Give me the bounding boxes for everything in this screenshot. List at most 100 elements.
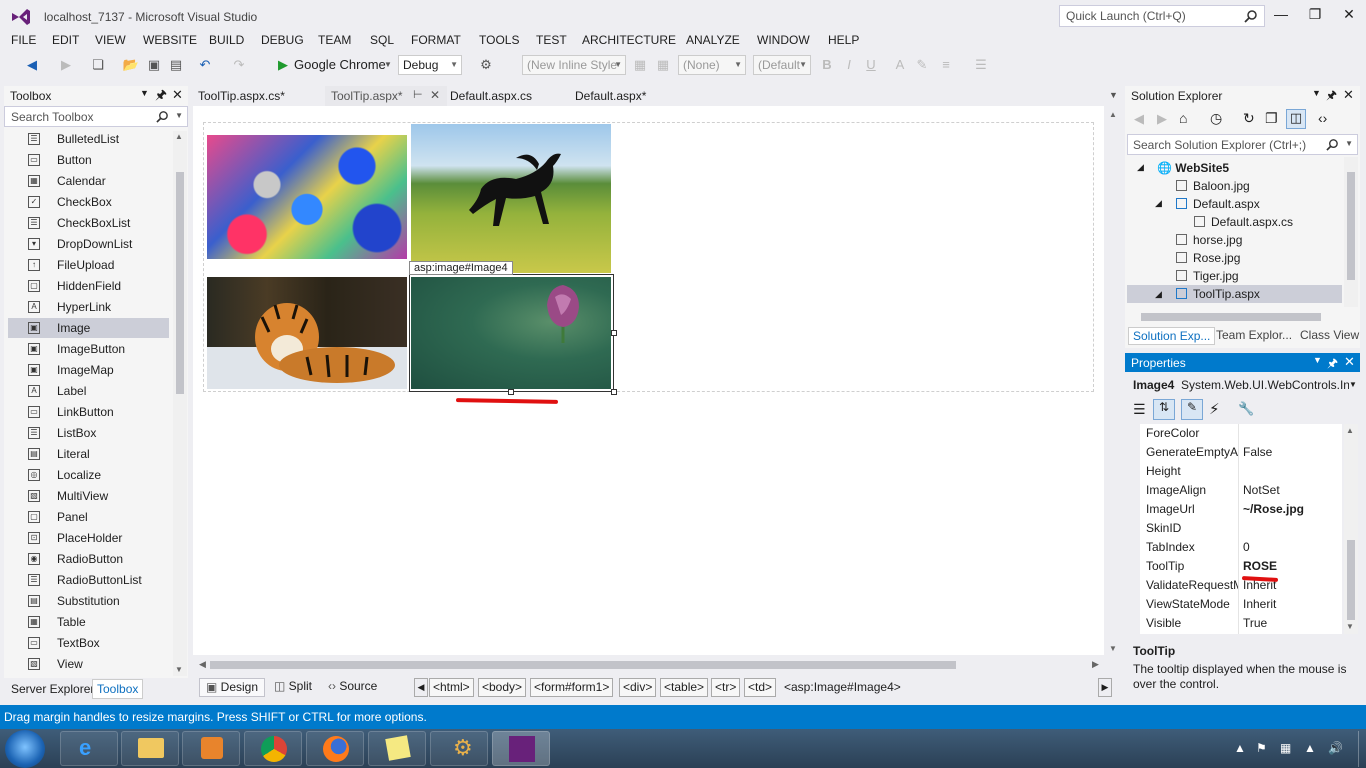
property-name-imageurl[interactable]: ImageUrl: [1146, 500, 1238, 519]
solution-explorer-search-input[interactable]: Search Solution Explorer (Ctrl+;) ▼: [1127, 134, 1358, 155]
menu-file[interactable]: FILE: [11, 33, 36, 47]
toolbox-item-multiview[interactable]: ▧ MultiView: [8, 486, 169, 506]
menu-test[interactable]: TEST: [536, 33, 567, 47]
property-name-visible[interactable]: Visible: [1146, 614, 1238, 633]
show-desktop-button[interactable]: [1358, 731, 1366, 767]
scroll-up-icon[interactable]: ▲: [1346, 426, 1354, 435]
forward-icon[interactable]: ▶: [1157, 111, 1167, 127]
taskbar-internet-explorer[interactable]: e: [60, 731, 118, 766]
property-value-height[interactable]: [1243, 462, 1339, 481]
history-icon[interactable]: ◷: [1210, 110, 1222, 127]
browser-link-icon[interactable]: ⚙: [476, 56, 496, 74]
properties-object-select[interactable]: Image4 System.Web.UI.WebControls.In ▼: [1127, 375, 1358, 395]
resize-handle-right[interactable]: [611, 330, 617, 336]
property-name-viewstatemode[interactable]: ViewStateMode: [1146, 595, 1238, 614]
view-code-icon[interactable]: ‹›: [1318, 110, 1327, 126]
volume-icon[interactable]: 🔊: [1328, 741, 1343, 755]
breadcrumb-tr[interactable]: <tr>: [711, 678, 741, 697]
source-view-button[interactable]: ‹› Source: [322, 678, 383, 697]
property-name-height[interactable]: Height: [1146, 462, 1238, 481]
property-name-tabindex[interactable]: TabIndex: [1146, 538, 1238, 557]
taskbar-file-explorer[interactable]: [121, 731, 179, 766]
breadcrumb-form[interactable]: <form#form1>: [530, 678, 614, 697]
tab-default-aspx[interactable]: Default.aspx*: [569, 86, 652, 106]
tray-expand-icon[interactable]: ▲: [1234, 741, 1246, 755]
property-value-imageurl[interactable]: ~/Rose.jpg: [1243, 500, 1339, 519]
toolbox-item-hiddenfield[interactable]: ▢ HiddenField: [8, 276, 169, 296]
menu-view[interactable]: VIEW: [95, 33, 126, 47]
property-value-tooltip[interactable]: ROSE: [1243, 557, 1339, 576]
property-pages-icon[interactable]: 🔧: [1238, 401, 1254, 417]
highlight-icon[interactable]: ✎: [915, 56, 929, 74]
close-window-icon[interactable]: ✕: [1336, 6, 1362, 26]
minimize-icon[interactable]: —: [1268, 6, 1294, 26]
toolbox-item-label[interactable]: A Label: [8, 381, 169, 401]
close-icon[interactable]: ✕: [172, 87, 183, 103]
menu-website[interactable]: WEBSITE: [143, 33, 197, 47]
toolbox-item-panel[interactable]: ▢ Panel: [8, 507, 169, 527]
start-button[interactable]: [5, 730, 45, 768]
properties-icon[interactable]: ✎: [1181, 399, 1203, 420]
configuration-select[interactable]: Debug ▼: [398, 55, 462, 75]
start-debugging-icon[interactable]: ▶: [276, 56, 290, 74]
toolbox-scrollbar-thumb[interactable]: [176, 172, 184, 394]
taskbar-media-player[interactable]: [182, 731, 240, 766]
tab-tooltip-aspx[interactable]: ToolTip.aspx*: [325, 86, 447, 106]
taskbar-ccleaner[interactable]: ⚙: [430, 731, 488, 766]
home-icon[interactable]: ⌂: [1179, 110, 1187, 126]
expand-icon[interactable]: ◢: [1137, 162, 1144, 173]
tree-item-website5[interactable]: 🌐 WebSite5: [1157, 159, 1337, 177]
taskbar-sticky-notes[interactable]: [368, 731, 426, 766]
network-adapter-icon[interactable]: ▦: [1280, 741, 1291, 755]
breadcrumb-td[interactable]: <td>: [744, 678, 777, 697]
property-name-forecolor[interactable]: ForeColor: [1146, 424, 1238, 443]
refresh-icon[interactable]: ↻: [1243, 110, 1255, 127]
tab-server-explorer[interactable]: Server Explorer: [11, 682, 94, 696]
toolbox-item-button[interactable]: ▭ Button: [8, 150, 169, 170]
tab-default-aspx-cs[interactable]: Default.aspx.cs: [444, 86, 538, 106]
toolbox-item-hyperlink[interactable]: A HyperLink: [8, 297, 169, 317]
chevron-down-icon[interactable]: ▼: [383, 56, 393, 74]
toolbox-search-input[interactable]: Search Toolbox ▼: [4, 106, 188, 127]
breadcrumb-body[interactable]: <body>: [478, 678, 527, 697]
toolbox-item-linkbutton[interactable]: ▭ LinkButton: [8, 402, 169, 422]
solution-horizontal-scrollbar[interactable]: [1141, 313, 1321, 321]
menu-sql[interactable]: SQL: [370, 33, 394, 47]
alphabetical-icon[interactable]: ⇅: [1153, 399, 1175, 420]
tab-team-explorer[interactable]: Team Explor...: [1216, 328, 1292, 342]
expand-icon[interactable]: ◢: [1155, 289, 1162, 300]
redo-icon[interactable]: ↷: [230, 56, 248, 74]
menu-edit[interactable]: EDIT: [52, 33, 79, 47]
close-tab-icon[interactable]: ✕: [430, 88, 440, 102]
property-value-generateemptyal[interactable]: False: [1243, 443, 1339, 462]
scroll-up-icon[interactable]: ▲: [175, 132, 183, 141]
action-center-icon[interactable]: ⚑: [1256, 741, 1267, 755]
pin-icon[interactable]: ⊢: [413, 88, 423, 101]
property-value-skinid[interactable]: [1243, 519, 1339, 538]
tab-toolbox[interactable]: Toolbox: [92, 679, 144, 699]
design-vertical-scrollbar[interactable]: [1104, 106, 1121, 655]
tab-list-dropdown-icon[interactable]: ▼: [1109, 90, 1118, 100]
underline-button[interactable]: U: [864, 56, 878, 74]
menu-help[interactable]: HELP: [828, 33, 859, 47]
solution-scrollbar-thumb[interactable]: [1347, 172, 1355, 280]
toolbox-item-checkboxlist[interactable]: ☰ CheckBoxList: [8, 213, 169, 233]
font-color-icon[interactable]: A: [893, 56, 907, 74]
property-name-validaterequestm[interactable]: ValidateRequestM: [1146, 576, 1238, 595]
toolbox-item-dropdownlist[interactable]: ▾ DropDownList: [8, 234, 169, 254]
toolbox-item-localize[interactable]: ◎ Localize: [8, 465, 169, 485]
font-select[interactable]: (Default ▼: [753, 55, 811, 75]
open-file-icon[interactable]: 📂: [122, 56, 140, 74]
scroll-down-icon[interactable]: ▼: [175, 665, 183, 674]
toolbox-item-literal[interactable]: ▤ Literal: [8, 444, 169, 464]
dropdown-icon[interactable]: ▼: [1313, 355, 1322, 365]
scroll-left-icon[interactable]: ◀: [199, 659, 206, 670]
tree-item-default-aspx[interactable]: Default.aspx: [1176, 195, 1336, 213]
property-value-tabindex[interactable]: 0: [1243, 538, 1339, 557]
close-icon[interactable]: ✕: [1344, 354, 1355, 370]
events-icon[interactable]: ⚡: [1209, 400, 1220, 418]
pin-icon[interactable]: 🖈: [1326, 86, 1337, 107]
list-format-icon[interactable]: ☰: [972, 56, 990, 74]
undo-icon[interactable]: ↶: [196, 56, 214, 74]
menu-architecture[interactable]: ARCHITECTURE: [582, 33, 676, 47]
